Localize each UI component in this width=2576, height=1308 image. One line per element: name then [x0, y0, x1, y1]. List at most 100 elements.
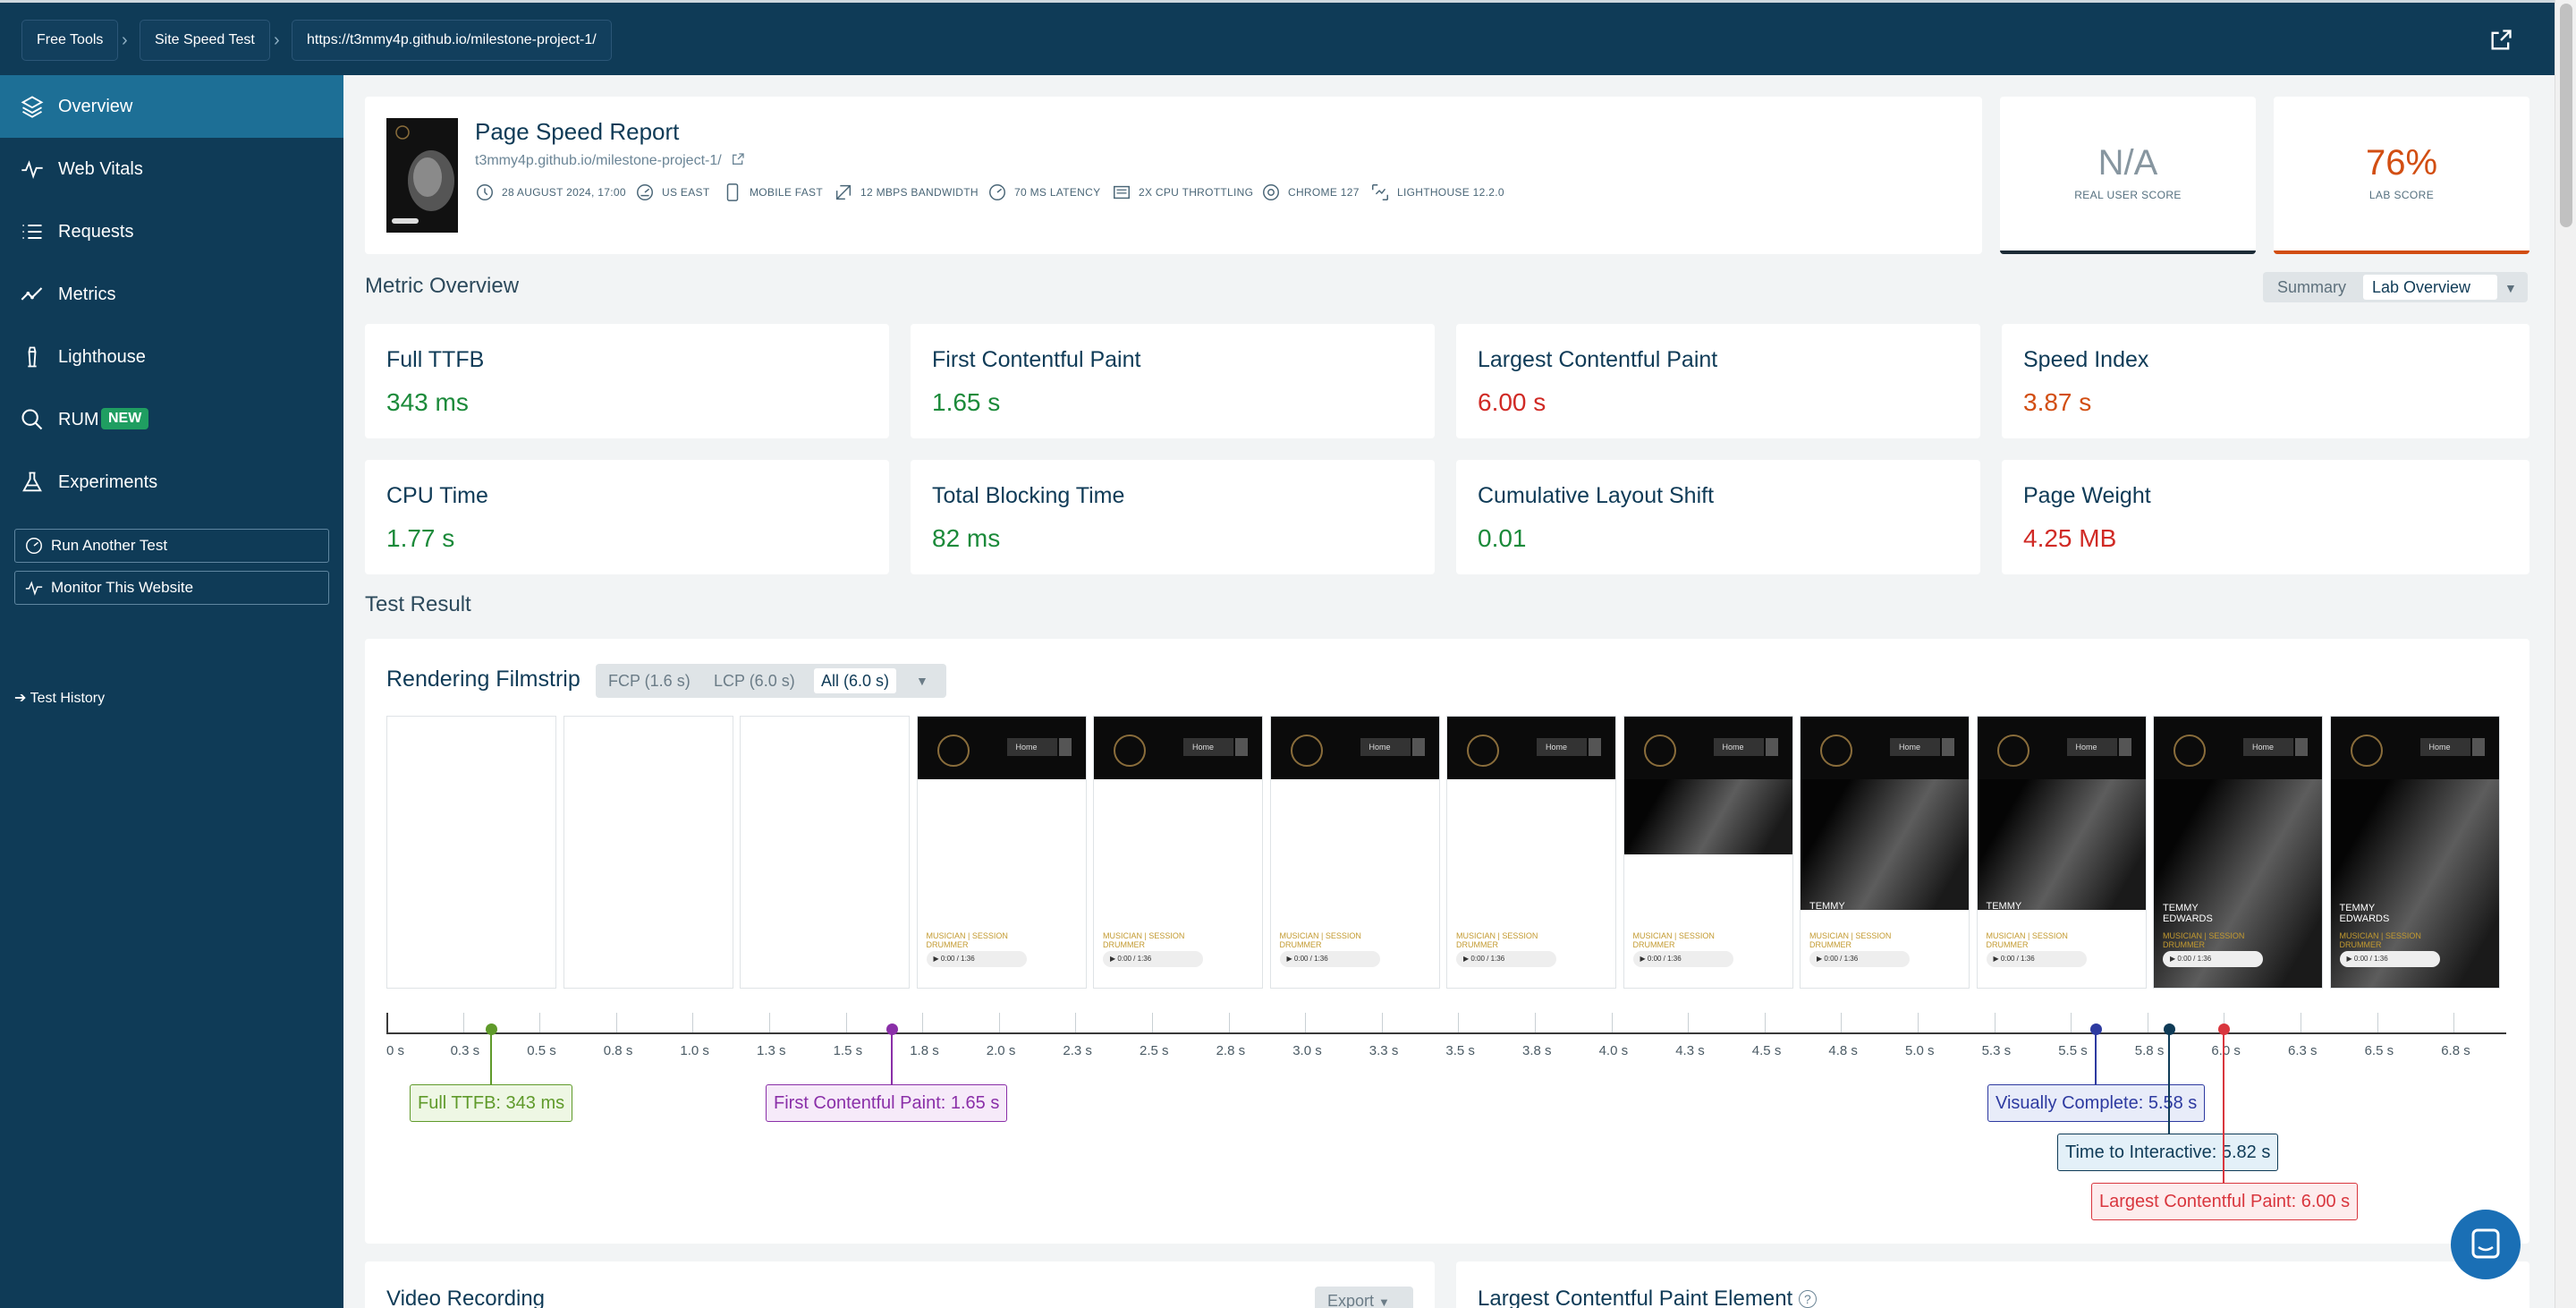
- timeline-tick: [1688, 1013, 1690, 1032]
- site-logo-icon: [1820, 735, 1852, 767]
- filmstrip-frame[interactable]: Home MUSICIAN | SESSION DRUMMER ▶ 0:00 / …: [1446, 716, 1616, 989]
- tagline-line: DRUMMER: [1103, 940, 1145, 949]
- filmstrip-range-select[interactable]: FCP (1.6 s) LCP (6.0 s) All (6.0 s) ▼: [596, 664, 946, 698]
- breadcrumb-free-tools[interactable]: Free Tools: [21, 20, 119, 61]
- frame-name: EDWARDS: [2339, 913, 2390, 924]
- filmstrip-frame[interactable]: Home MUSICIAN | SESSION DRUMMER ▶ 0:00 / …: [1269, 716, 1440, 989]
- export-button[interactable]: Export ▼: [1315, 1287, 1413, 1308]
- timeline-tick-label: 6.5 s: [2364, 1043, 2394, 1058]
- lab-score-value: 76%: [2365, 143, 2438, 183]
- option-fcp[interactable]: FCP (1.6 s): [608, 672, 691, 691]
- meta-device: MOBILE FAST: [723, 183, 823, 202]
- frame-name: TEMMY: [2339, 903, 2376, 913]
- real-user-score-card[interactable]: N/A REAL USER SCORE: [2000, 97, 2256, 254]
- filmstrip-frame[interactable]: Home TEMMY EDWARDS MUSICIAN | SESSION DRUMM…: [2329, 716, 2500, 989]
- metric-name: Total Blocking Time: [932, 483, 1125, 508]
- lab-score-card[interactable]: 76% LAB SCORE: [2274, 97, 2529, 254]
- breadcrumb-site-speed-test[interactable]: Site Speed Test: [140, 20, 270, 61]
- menu-toggle-icon: [1589, 738, 1601, 756]
- chevron-down-icon[interactable]: ▼: [916, 674, 928, 688]
- metric-card[interactable]: Cumulative Layout Shift 0.01: [1456, 460, 1980, 574]
- site-logo-icon: [1467, 735, 1499, 767]
- filmstrip-frame[interactable]: Home MUSICIAN | SESSION DRUMMER ▶ 0:00 / …: [916, 716, 1087, 989]
- monitor-website-button[interactable]: Monitor This Website: [14, 571, 329, 605]
- chevron-down-icon[interactable]: ▼: [2504, 281, 2517, 295]
- option-all[interactable]: All (6.0 s): [814, 668, 896, 693]
- frame-tagline: MUSICIAN | SESSION DRUMMER: [927, 931, 1008, 949]
- metric-card[interactable]: First Contentful Paint 1.65 s: [911, 324, 1435, 438]
- filmstrip-frame[interactable]: Home TEMMY MUSICIAN | SESSION DRUMMER ▶ 0:…: [1800, 716, 1970, 989]
- timeline-tick-label: 2.0 s: [986, 1043, 1016, 1058]
- timeline-marker-label[interactable]: Time to Interactive: 5.82 s: [2057, 1134, 2279, 1171]
- sidebar-item-rum[interactable]: RUM NEW: [0, 388, 343, 451]
- meta-text: CHROME 127: [1288, 186, 1360, 199]
- external-link-icon[interactable]: [2488, 28, 2513, 53]
- menu-toggle-icon: [1765, 738, 1778, 756]
- timeline-marker-label[interactable]: First Contentful Paint: 1.65 s: [766, 1084, 1008, 1122]
- player-time: 0:00 / 1:36: [2177, 955, 2212, 963]
- timeline-tick-label: 2.8 s: [1216, 1043, 1246, 1058]
- timeline-tick-label: 4.8 s: [1828, 1043, 1858, 1058]
- search-icon: [21, 409, 43, 430]
- filmstrip-frame[interactable]: Home MUSICIAN | SESSION DRUMMER ▶ 0:00 / …: [1093, 716, 1263, 989]
- metric-value: 4.25 MB: [2023, 524, 2117, 552]
- metric-card[interactable]: Page Weight 4.25 MB: [2002, 460, 2529, 574]
- timeline-marker-label[interactable]: Visually Complete: 5.58 s: [1987, 1084, 2206, 1122]
- help-icon[interactable]: ?: [1798, 1290, 1817, 1308]
- chat-button[interactable]: [2451, 1210, 2521, 1279]
- metric-card[interactable]: Full TTFB 343 ms: [365, 324, 889, 438]
- summary-option[interactable]: Summary: [2277, 278, 2346, 297]
- audio-player: ▶ 0:00 / 1:36: [2339, 951, 2440, 967]
- filmstrip-frame[interactable]: Home TEMMY EDWARDS MUSICIAN | SESSION DRUMM…: [2153, 716, 2323, 989]
- run-another-test-button[interactable]: Run Another Test: [14, 529, 329, 563]
- metric-value: 1.77 s: [386, 524, 455, 552]
- frame-name: TEMMY: [2163, 903, 2199, 913]
- metric-card[interactable]: Total Blocking Time 82 ms: [911, 460, 1435, 574]
- metric-card[interactable]: Largest Contentful Paint 6.00 s: [1456, 324, 1980, 438]
- meta-latency: 70 MS LATENCY: [987, 183, 1100, 202]
- sidebar-item-web-vitals[interactable]: Web Vitals: [0, 138, 343, 200]
- timeline-marker-line: [2167, 1034, 2170, 1134]
- sidebar-item-overview[interactable]: Overview: [0, 75, 343, 138]
- filmstrip-frame[interactable]: Home TEMMY MUSICIAN | SESSION DRUMMER ▶ 0:…: [1976, 716, 2147, 989]
- scrollbar-thumb[interactable]: [2560, 4, 2572, 227]
- filmstrip-frame[interactable]: [563, 716, 733, 989]
- frame-tagline: MUSICIAN | SESSION DRUMMER: [1633, 931, 1715, 949]
- tagline-line: MUSICIAN | SESSION: [1632, 931, 1715, 940]
- option-lcp[interactable]: LCP (6.0 s): [714, 672, 795, 691]
- tagline-line: MUSICIAN | SESSION: [2339, 931, 2421, 940]
- lab-overview-option[interactable]: Lab Overview: [2363, 275, 2497, 300]
- timeline-marker-line: [2094, 1034, 2097, 1084]
- metric-value: 343 ms: [386, 388, 469, 416]
- timeline-tick-label: 6.3 s: [2288, 1043, 2318, 1058]
- sidebar-item-metrics[interactable]: Metrics: [0, 263, 343, 326]
- breadcrumb-url[interactable]: https://t3mmy4p.github.io/milestone-proj…: [292, 20, 612, 61]
- overview-toggle[interactable]: Summary Lab Overview ▼: [2263, 272, 2528, 302]
- metric-card[interactable]: CPU Time 1.77 s: [365, 460, 889, 574]
- sidebar-item-requests[interactable]: Requests: [0, 200, 343, 263]
- timeline-marker-label[interactable]: Largest Contentful Paint: 6.00 s: [2091, 1183, 2359, 1220]
- timeline-tick: [998, 1013, 1000, 1032]
- test-history-link[interactable]: ➔ Test History: [14, 689, 105, 707]
- page-scrollbar[interactable]: [2555, 0, 2576, 1308]
- timeline-marker-label[interactable]: Full TTFB: 343 ms: [410, 1084, 573, 1122]
- filmstrip-frame[interactable]: Home MUSICIAN | SESSION DRUMMER ▶ 0:00 / …: [1623, 716, 1793, 989]
- menu-toggle-icon: [2471, 738, 2485, 756]
- sidebar-item-experiments[interactable]: Experiments: [0, 451, 343, 514]
- meta-lighthouse: LIGHTHOUSE 12.2.0: [1370, 183, 1504, 202]
- filmstrip-frame[interactable]: [386, 716, 556, 989]
- frame-tagline: MUSICIAN | SESSION DRUMMER: [1280, 931, 1361, 949]
- external-link-icon[interactable]: [731, 152, 745, 166]
- timeline-tick-label: 3.3 s: [1368, 1043, 1399, 1058]
- sidebar-item-lighthouse[interactable]: Lighthouse: [0, 326, 343, 388]
- metric-card[interactable]: Speed Index 3.87 s: [2002, 324, 2529, 438]
- clock-icon: [477, 184, 493, 200]
- timeline-tick-label: 1.0 s: [680, 1043, 709, 1058]
- site-logo-icon: [2174, 735, 2206, 767]
- lcp-element-title: Largest Contentful Paint Element ?: [1478, 1287, 1817, 1308]
- frame-tagline: MUSICIAN | SESSION DRUMMER: [1987, 931, 2068, 949]
- timeline-tick: [769, 1013, 770, 1032]
- filmstrip-frame[interactable]: [740, 716, 910, 989]
- tested-url[interactable]: t3mmy4p.github.io/milestone-project-1/: [475, 152, 745, 169]
- audio-player: ▶ 0:00 / 1:36: [1986, 951, 2087, 967]
